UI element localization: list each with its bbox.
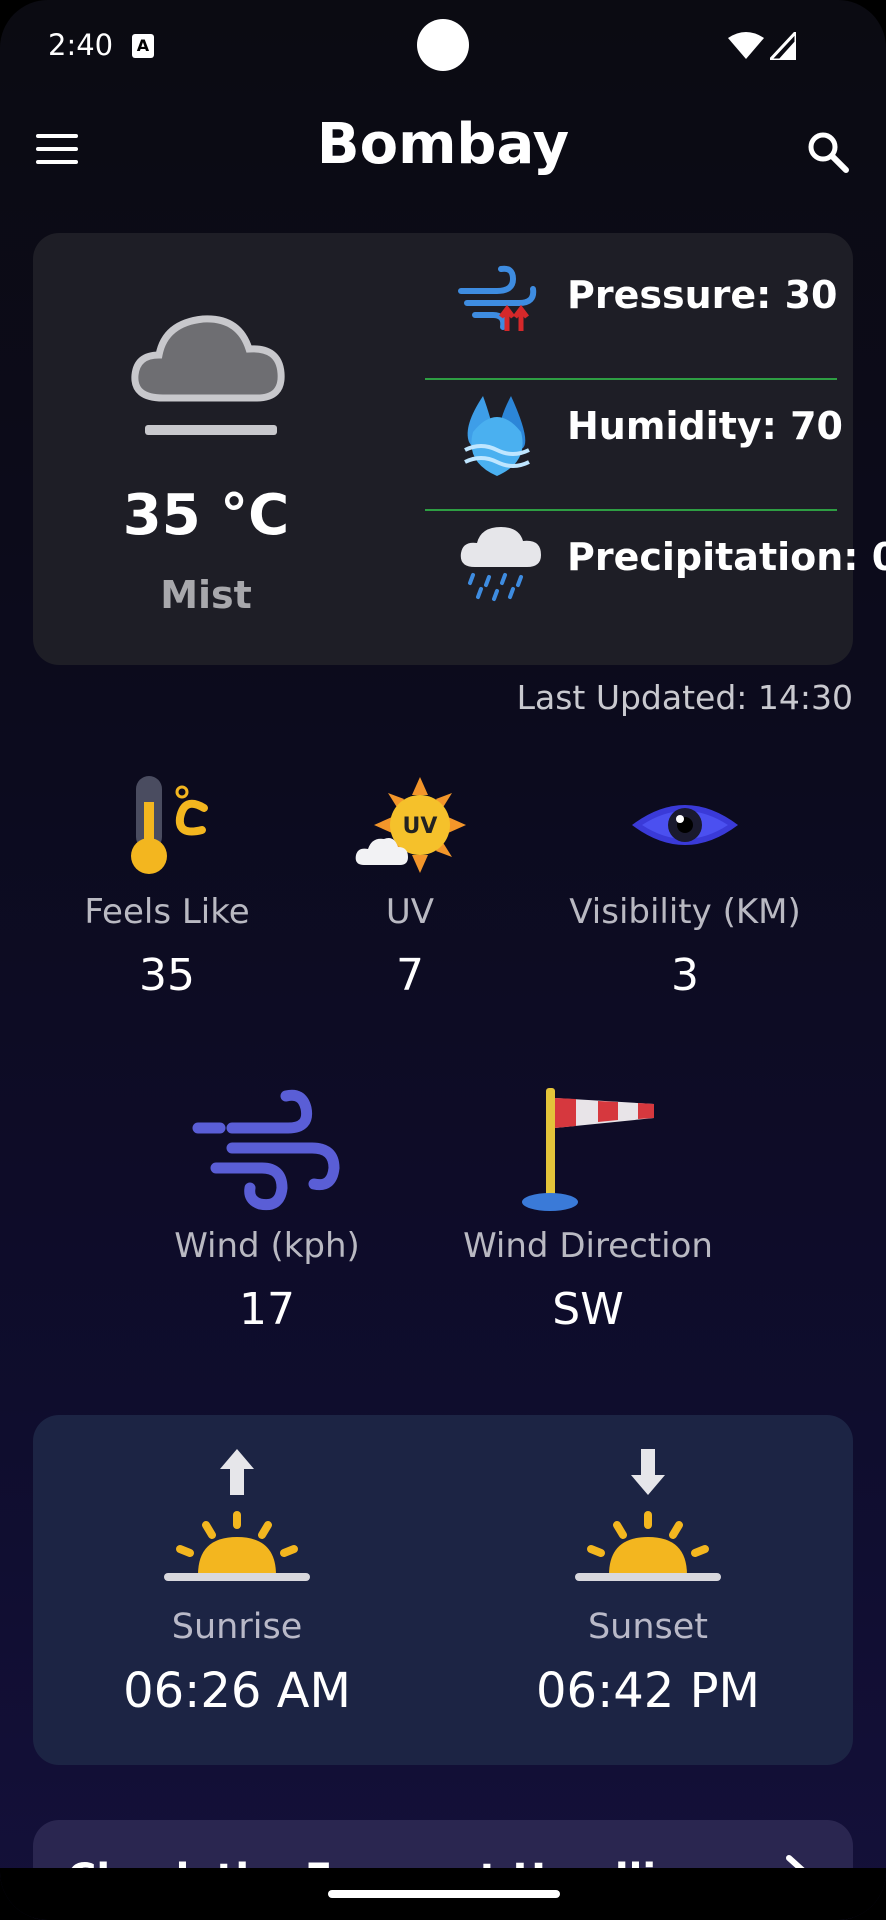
search-icon[interactable] xyxy=(806,130,850,174)
windsock-icon xyxy=(522,1088,654,1211)
sunrise: Sunrise 06:26 AM xyxy=(87,1445,387,1719)
feels-like-value: 35 xyxy=(139,950,195,1001)
current-weather-card: 35 °C Mist Pressure: 30 Humidity: 70 Pre… xyxy=(33,233,886,665)
visibility-label: Visibility (KM) xyxy=(569,892,801,932)
humidity-drops-icon xyxy=(464,396,530,476)
home-indicator[interactable] xyxy=(328,1890,560,1898)
page-title: Bombay xyxy=(316,112,570,177)
mist-cloud-icon xyxy=(131,315,285,435)
temperature: 35 °C xyxy=(122,483,290,548)
eye-icon xyxy=(632,805,738,845)
signal-icon xyxy=(770,32,796,60)
wind-label: Wind (kph) xyxy=(174,1226,360,1266)
status-time: 2:40 xyxy=(48,28,114,62)
a-icon: A xyxy=(132,34,154,58)
uv-sun-icon: UV xyxy=(355,777,466,873)
sunset-value: 06:42 PM xyxy=(536,1663,760,1719)
sunrise-label: Sunrise xyxy=(171,1607,303,1647)
sunset: Sunset 06:42 PM xyxy=(498,1445,798,1719)
condition-text: Mist xyxy=(160,573,252,617)
uv-value: 7 xyxy=(396,950,424,1001)
rain-cloud-icon xyxy=(460,527,541,601)
camera-cutout xyxy=(417,19,469,71)
sunrise-value: 06:26 AM xyxy=(123,1663,351,1719)
detail-wind-direction: Wind Direction SW xyxy=(448,1088,728,1348)
sun-times-card: Sunrise 06:26 AM Sunset 06:42 PM xyxy=(33,1415,853,1765)
thermometer-icon xyxy=(131,776,208,874)
app-bar: Bombay xyxy=(0,100,886,200)
detail-visibility: Visibility (KM) 3 xyxy=(545,770,825,1001)
wind-direction-value: SW xyxy=(552,1284,624,1335)
screen: 2:40 A Bombay 35 °C Mist Pressure: 30 Hu… xyxy=(0,0,886,1920)
wifi-icon xyxy=(728,32,764,59)
wind-pressure-icon xyxy=(458,265,537,331)
gesture-nav-bar xyxy=(0,1868,886,1920)
wind-icon xyxy=(192,1089,340,1211)
last-updated: Last Updated: 14:30 xyxy=(516,678,853,717)
humidity-label: Humidity: 70 xyxy=(567,404,843,448)
pressure-label: Pressure: 30 xyxy=(567,273,838,317)
stat-precipitation: Precipitation: 0 xyxy=(425,495,886,625)
sunset-icon xyxy=(575,1449,721,1581)
sunrise-icon xyxy=(164,1449,310,1581)
uv-label: UV xyxy=(385,892,435,932)
detail-uv: UV UV 7 xyxy=(270,770,550,1001)
status-bar: 2:40 A xyxy=(0,0,886,92)
sunset-label: Sunset xyxy=(587,1607,709,1647)
wind-direction-label: Wind Direction xyxy=(463,1226,713,1266)
stat-pressure: Pressure: 30 xyxy=(425,233,837,363)
stat-humidity: Humidity: 70 xyxy=(425,364,843,494)
svg-text:UV: UV xyxy=(403,814,438,839)
detail-wind: Wind (kph) 17 xyxy=(127,1088,407,1348)
visibility-value: 3 xyxy=(671,950,699,1001)
precipitation-label: Precipitation: 0 xyxy=(567,535,886,579)
wind-value: 17 xyxy=(239,1284,295,1335)
feels-like-label: Feels Like xyxy=(84,892,250,932)
detail-feels-like: Feels Like 35 xyxy=(27,770,307,1001)
